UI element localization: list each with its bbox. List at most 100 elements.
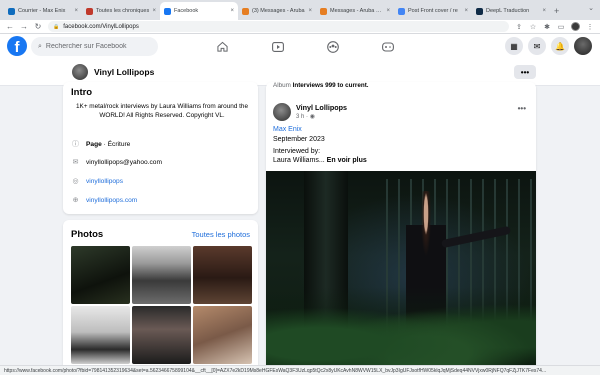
browser-tab[interactable]: Toutes les chroniques × [82,2,160,20]
facebook-logo-icon[interactable]: f [7,36,27,56]
home-icon [217,41,228,52]
gaming-icon [381,41,394,52]
photo-thumbnail[interactable] [132,306,191,364]
category-value: · Écriture [101,140,131,148]
globe-icon: ◉ [309,114,315,120]
main-nav [195,34,415,59]
photo-thumbnail[interactable] [193,246,252,304]
photo-thumbnail[interactable] [71,246,130,304]
tab-close-icon[interactable]: × [542,8,546,14]
messenger-icon[interactable]: ✉ [528,37,546,55]
account-avatar[interactable] [574,37,592,55]
new-tab-button[interactable]: + [550,2,563,20]
photos-card: Photos Toutes les photos [63,220,258,375]
tab-title: Post Front cover / re [408,8,458,14]
menu-grid-icon[interactable]: ▦ [505,37,523,55]
address-bar[interactable]: 🔒 facebook.com/VinylLollipops [48,21,509,32]
page-avatar[interactable] [72,64,88,80]
post-text-line[interactable]: Max Enix [273,126,302,133]
browser-tab[interactable]: Courrier - Max Enix × [4,2,82,20]
intro-website-row: ⊕ vinyllollipops.com [71,196,138,205]
foliage [266,287,536,375]
intro-card: Intro 1K+ metal/rock interviews by Laura… [63,82,258,214]
email-text[interactable]: vinyllollipops@yahoo.com [86,159,162,166]
tab-favicon-icon [320,7,327,15]
album-prefix: Album [273,82,293,89]
page-name[interactable]: Vinyl Lollipops [94,67,154,77]
browser-tab[interactable]: DeepL Traduction × [472,2,550,20]
split-view-icon[interactable]: ▭ [557,23,565,31]
share-icon[interactable]: ⇪ [515,23,523,31]
tab-search-icon[interactable]: ⌄ [588,4,594,12]
extensions-icon[interactable]: ✱ [543,23,551,31]
search-box[interactable]: ⌕ [31,37,158,56]
nav-home[interactable] [195,34,250,59]
see-more-link[interactable]: En voir plus [325,157,367,164]
search-icon: ⌕ [38,42,42,50]
page-more-button[interactable]: ••• [514,65,536,79]
info-icon: ⓘ [72,141,79,148]
browser-menu-icon[interactable]: ⋮ [586,23,594,31]
nav-gaming[interactable] [360,34,415,59]
post-photo[interactable] [266,171,536,375]
intro-category-row: ⓘ Page · Écriture [71,139,130,149]
intro-email-row: ✉ vinyllollipops@yahoo.com [71,158,162,167]
facebook-header: f ⌕ ▦ ✉ 🔔 [0,34,600,59]
address-bar-url: facebook.com/VinylLollipops [63,23,139,30]
tab-close-icon[interactable]: × [152,8,156,14]
post-text-line: Interviewed by: [273,148,321,155]
tab-title: DeepL Traduction [486,8,530,14]
forward-icon[interactable]: → [20,22,28,31]
browser-tab[interactable]: Post Front cover / re × [394,2,472,20]
profile-avatar[interactable] [571,22,580,31]
album-line: Album Interviews 999 to current. [273,82,369,89]
tab-close-icon[interactable]: × [464,8,468,14]
tab-title: Toutes les chroniques [96,8,150,14]
nav-groups[interactable] [305,34,360,59]
post-author-avatar[interactable] [273,103,291,121]
post-more-button[interactable]: ••• [518,104,526,113]
photo-thumbnail[interactable] [193,306,252,364]
groups-icon [326,40,339,53]
instagram-icon: ◎ [72,178,79,185]
tab-favicon-icon [242,7,249,15]
tab-close-icon[interactable]: × [308,8,312,14]
link-status-bar: https://www.facebook.com/photo/?fbid=798… [0,365,600,375]
post-text-line: September 2023 [273,136,325,143]
tab-close-icon[interactable]: × [230,8,234,14]
back-icon[interactable]: ← [6,22,14,31]
tab-close-icon[interactable]: × [386,8,390,14]
intro-instagram-row: ◎ vinyllollipops [71,177,123,186]
see-all-photos-link[interactable]: Toutes les photos [192,230,250,239]
email-icon: ✉ [72,159,79,166]
search-input[interactable] [45,43,151,50]
album-name[interactable]: Interviews 999 to current. [293,82,369,89]
tab-favicon-icon [8,7,15,15]
lock-icon: 🔒 [53,23,60,30]
reload-icon[interactable]: ↻ [34,22,42,31]
instagram-link[interactable]: vinyllollipops [86,178,123,185]
browser-toolbar: ← → ↻ 🔒 facebook.com/VinylLollipops ⇪ ☆ … [0,20,600,34]
tab-title: Messages - Aruba Webmail [330,8,383,14]
browser-tab[interactable]: Facebook × [160,2,238,20]
category-label: Page [86,140,102,148]
photo-thumbnail[interactable] [71,306,130,364]
photos-heading: Photos [71,229,104,240]
website-link[interactable]: vinyllollipops.com [86,197,137,204]
tab-favicon-icon [476,7,483,15]
post-timestamp[interactable]: 3 h · ◉ [296,113,315,120]
notifications-bell-icon[interactable]: 🔔 [551,37,569,55]
post-text-line: Laura Williams... En voir plus [273,157,367,164]
post-time: 3 h · [296,114,310,120]
tab-favicon-icon [86,7,93,15]
bookmark-star-icon[interactable]: ☆ [529,23,537,31]
browser-tab[interactable]: Messages - Aruba Webmail× [316,2,394,20]
post-author-name[interactable]: Vinyl Lollipops [296,103,347,112]
nav-watch[interactable] [250,34,305,59]
browser-tab-strip: Courrier - Max Enix × Toutes les chronique… [0,0,600,20]
intro-bio: 1K+ metal/rock interviews by Laura Willi… [75,103,249,119]
photo-thumbnail[interactable] [132,246,191,304]
tab-title: (3) Messages - Aruba [252,8,305,14]
browser-tab[interactable]: (3) Messages - Aruba × [238,2,316,20]
tab-close-icon[interactable]: × [74,8,78,14]
